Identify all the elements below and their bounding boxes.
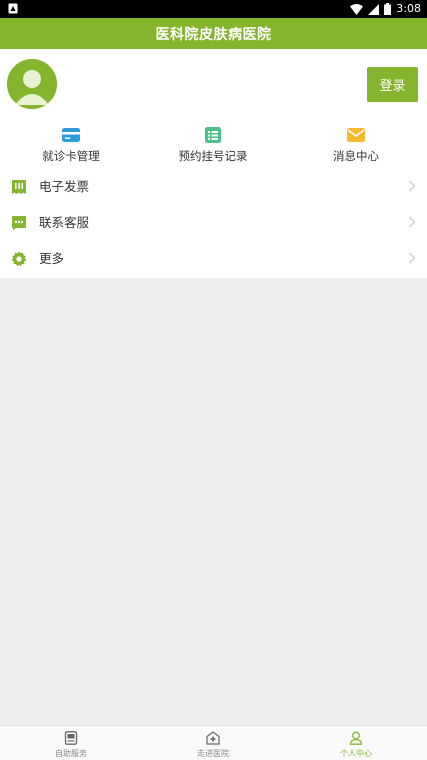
battery-icon <box>384 3 392 15</box>
quick-message-label: 消息中心 <box>333 149 379 163</box>
gear-icon <box>11 251 27 267</box>
quick-card-label: 就诊卡管理 <box>42 149 100 163</box>
login-button[interactable]: 登录 <box>367 67 418 102</box>
avatar-person-icon <box>7 59 57 109</box>
quick-card-management[interactable]: 就诊卡管理 <box>16 126 126 166</box>
tab-self-service[interactable]: 自助服务 <box>0 726 142 760</box>
quick-message-center[interactable]: 消息中心 <box>301 126 411 166</box>
tab-self-service-label: 自助服务 <box>55 749 87 758</box>
chevron-right-icon <box>409 180 416 192</box>
wifi-icon <box>350 3 364 15</box>
bottom-nav: 自助服务 走进医院 个人中心 <box>0 725 427 760</box>
profile-area: 登录 就诊卡管理 预约挂号记录 消息中心 电子发票 联系客服 更多 <box>0 49 427 278</box>
menu-item-invoice[interactable]: 电子发票 <box>0 169 427 205</box>
status-bar: 3:08 <box>0 0 427 18</box>
chevron-right-icon <box>409 252 416 264</box>
card-icon <box>62 128 80 142</box>
app-header: 医科院皮肤病医院 <box>0 18 427 49</box>
quick-records-label: 预约挂号记录 <box>178 149 248 163</box>
menu-item-more[interactable]: 更多 <box>0 241 427 277</box>
chevron-right-icon <box>409 216 416 228</box>
menu-list: 电子发票 联系客服 更多 <box>0 169 427 277</box>
signal-icon <box>368 3 380 15</box>
quick-actions: 就诊卡管理 预约挂号记录 消息中心 <box>0 126 427 166</box>
quick-appointment-records[interactable]: 预约挂号记录 <box>158 126 268 166</box>
person-icon <box>349 731 363 745</box>
page-title: 医科院皮肤病医院 <box>155 26 272 43</box>
menu-item-invoice-label: 电子发票 <box>39 179 90 194</box>
tab-personal-center-label: 个人中心 <box>340 749 372 758</box>
menu-item-more-label: 更多 <box>39 251 65 266</box>
menu-item-customer-service-label: 联系客服 <box>39 215 90 230</box>
envelope-icon <box>347 128 365 142</box>
chat-icon <box>12 216 26 231</box>
notification-icon <box>8 3 18 14</box>
hospital-icon <box>206 731 220 745</box>
status-icons: 3:08 <box>350 2 421 16</box>
avatar[interactable] <box>7 59 57 109</box>
invoice-icon <box>12 180 26 194</box>
tab-hospital[interactable]: 走进医院 <box>142 726 284 760</box>
tab-hospital-label: 走进医院 <box>197 749 229 758</box>
tab-personal-center[interactable]: 个人中心 <box>285 726 427 760</box>
status-time: 3:08 <box>396 2 421 15</box>
list-icon <box>205 127 221 143</box>
self-service-icon <box>64 731 78 745</box>
menu-item-customer-service[interactable]: 联系客服 <box>0 205 427 241</box>
